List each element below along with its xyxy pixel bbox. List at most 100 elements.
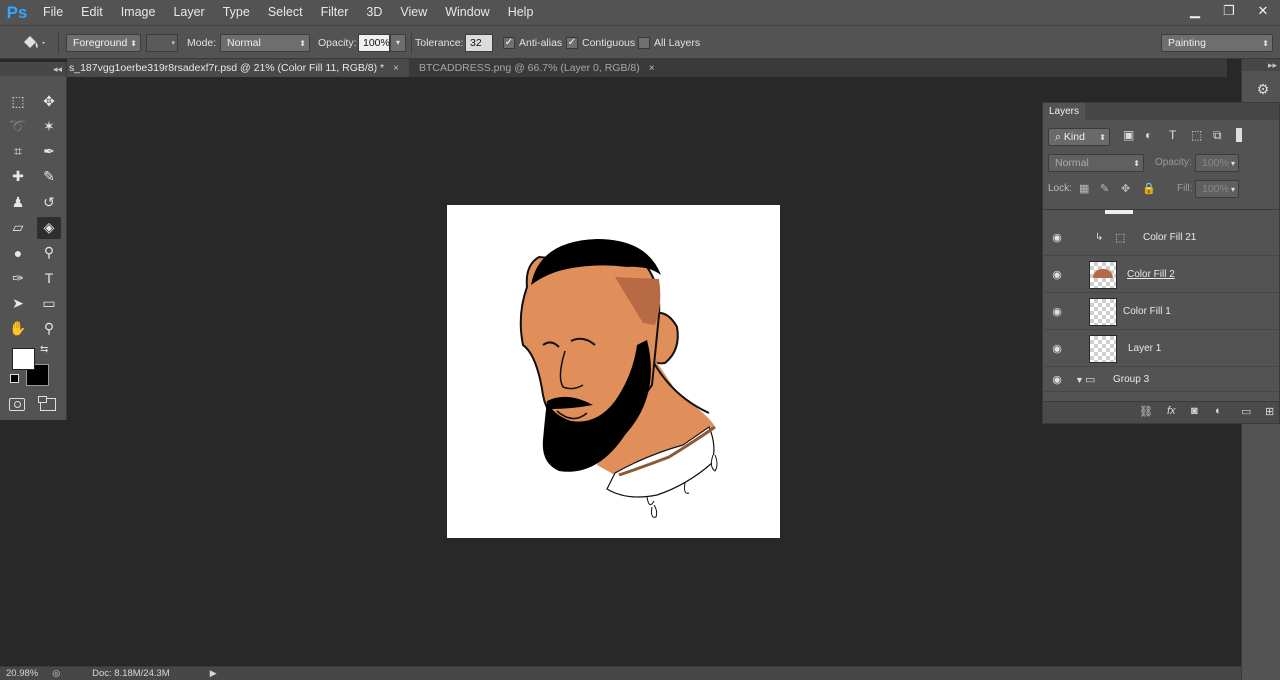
- visibility-eye-icon[interactable]: ◉: [1050, 373, 1064, 387]
- history-brush-icon[interactable]: ↺: [37, 191, 61, 213]
- filter-smart-object-icon[interactable]: ⧉: [1213, 128, 1222, 143]
- status-menu-arrow-icon[interactable]: ▶: [210, 668, 217, 679]
- filter-type-icon[interactable]: T: [1169, 128, 1176, 142]
- filter-pixel-icon[interactable]: ▣: [1123, 128, 1134, 142]
- all-layers-checkbox[interactable]: All Layers: [638, 33, 700, 52]
- blur-icon[interactable]: ●: [6, 242, 30, 264]
- default-colors-icon[interactable]: [10, 374, 19, 383]
- eyedropper-icon[interactable]: ✒: [37, 141, 61, 163]
- add-mask-icon[interactable]: ◙: [1191, 405, 1198, 417]
- path-selection-icon[interactable]: ➤: [6, 292, 30, 314]
- layer-list[interactable]: ◉ ↳ ⬚ Color Fill 21 ◉ Color Fill 2 ◉ Col…: [1043, 209, 1279, 399]
- mode-dropdown[interactable]: Normal ⬍: [220, 33, 310, 52]
- dodge-icon[interactable]: ⚲: [37, 242, 61, 264]
- visibility-eye-icon[interactable]: ◉: [1050, 231, 1064, 245]
- expand-panels-icon[interactable]: ▸▸: [1268, 60, 1277, 71]
- menu-edit[interactable]: Edit: [72, 0, 112, 25]
- lasso-icon[interactable]: ➰: [6, 115, 30, 137]
- tab-document-png[interactable]: BTCADDRESS.png @ 66.7% (Layer 0, RGB/8) …: [408, 59, 665, 77]
- pen-icon[interactable]: ✑: [6, 267, 30, 289]
- layer-fill-value: 100%: [1202, 183, 1229, 195]
- menu-image[interactable]: Image: [112, 0, 165, 25]
- adjustment-layer-icon[interactable]: ◐: [1215, 405, 1222, 417]
- zoom-icon[interactable]: ⚲: [37, 318, 61, 340]
- menu-help[interactable]: Help: [499, 0, 543, 25]
- rectangular-marquee-icon[interactable]: ⬚: [6, 90, 30, 112]
- pattern-picker[interactable]: ▾: [146, 33, 178, 52]
- blend-mode-dropdown[interactable]: Normal ⬍: [1048, 154, 1144, 172]
- antialias-checkbox[interactable]: ✓ Anti-alias: [503, 33, 562, 52]
- tab-layers[interactable]: Layers: [1043, 103, 1086, 120]
- filter-shape-icon[interactable]: ⬚: [1191, 128, 1202, 142]
- rectangle-icon[interactable]: ▭: [37, 292, 61, 314]
- move-icon[interactable]: ✥: [37, 90, 61, 112]
- status-info-icon[interactable]: ◎: [52, 668, 60, 679]
- clipping-arrow-icon: ↳: [1095, 232, 1104, 243]
- new-layer-icon[interactable]: ⊞: [1265, 405, 1274, 418]
- tolerance-field[interactable]: 32: [465, 33, 493, 52]
- filter-kind-dropdown[interactable]: ⌕ Kind ⬍: [1048, 128, 1110, 146]
- tools-panel: ◂◂ ⬚ ✥ ➰ ✶ ⌗ ✒ ✚ ✎ ♟ ↺ ▱ ◈ ● ⚲ ✑ T ➤ ▭ ✋ ⚲ ⇆: [0, 62, 67, 420]
- link-layers-icon[interactable]: ⛓: [1139, 405, 1153, 418]
- lock-all-icon[interactable]: 🔒: [1142, 182, 1156, 195]
- quick-mask-icon[interactable]: [9, 398, 25, 411]
- magic-wand-icon[interactable]: ✶: [37, 115, 61, 137]
- close-tab-icon[interactable]: ×: [649, 63, 655, 74]
- fill-source-dropdown[interactable]: Foreground ⬍: [66, 33, 141, 52]
- menu-type[interactable]: Type: [214, 0, 259, 25]
- paint-bucket-icon[interactable]: ◈: [37, 216, 61, 239]
- crop-icon[interactable]: ⌗: [6, 141, 30, 163]
- hand-icon[interactable]: ✋: [6, 318, 30, 340]
- layer-row[interactable]: ◉ Color Fill 2: [1043, 257, 1279, 293]
- zoom-level[interactable]: 20.98%: [6, 668, 38, 679]
- tool-preset-picker[interactable]: [20, 33, 46, 52]
- panel-icon[interactable]: ⚙: [1254, 81, 1272, 99]
- screen-mode-icon[interactable]: [38, 396, 56, 411]
- swap-colors-icon[interactable]: ⇆: [40, 344, 48, 355]
- close-button[interactable]: ✕: [1246, 0, 1280, 22]
- menu-3d[interactable]: 3D: [357, 0, 391, 25]
- lock-transparent-icon[interactable]: ▦: [1079, 182, 1089, 195]
- visibility-eye-icon[interactable]: ◉: [1050, 305, 1064, 319]
- minimize-button[interactable]: ▁: [1178, 0, 1212, 22]
- visibility-eye-icon[interactable]: ◉: [1050, 342, 1064, 356]
- type-icon[interactable]: T: [37, 267, 61, 289]
- layer-opacity-field[interactable]: 100% ▾: [1195, 154, 1239, 172]
- menu-layer[interactable]: Layer: [164, 0, 213, 25]
- tab-document-psd[interactable]: s_187vgg1oerbe319r8rsadexf7r.psd @ 21% (…: [67, 59, 409, 77]
- opacity-field[interactable]: 100%: [358, 33, 390, 52]
- filter-toggle-icon[interactable]: [1236, 128, 1242, 142]
- fill-source-wrap: Foreground ⬍: [66, 33, 141, 52]
- layer-row[interactable]: ◉ Color Fill 1: [1043, 294, 1279, 330]
- menu-view[interactable]: View: [391, 0, 436, 25]
- workspace-dropdown[interactable]: Painting ⬍: [1161, 33, 1273, 52]
- visibility-eye-icon[interactable]: ◉: [1050, 268, 1064, 282]
- layer-row[interactable]: ◉ Layer 1: [1043, 331, 1279, 367]
- foreground-color-swatch-top[interactable]: [12, 348, 35, 370]
- checkmark-icon: ✓: [566, 36, 578, 49]
- filter-adjustment-icon[interactable]: ◐: [1145, 128, 1152, 142]
- brush-icon[interactable]: ✎: [37, 166, 61, 188]
- new-group-icon[interactable]: ▭: [1241, 405, 1251, 418]
- menu-window[interactable]: Window: [436, 0, 498, 25]
- healing-brush-icon[interactable]: ✚: [6, 166, 30, 188]
- lock-image-icon[interactable]: ✎: [1100, 182, 1109, 195]
- menu-file[interactable]: File: [34, 0, 72, 25]
- menu-filter[interactable]: Filter: [312, 0, 358, 25]
- close-tab-icon[interactable]: ×: [393, 63, 399, 74]
- layer-row[interactable]: ◉ ↳ ⬚ Color Fill 21: [1043, 220, 1279, 256]
- search-icon: ⌕: [1055, 130, 1061, 143]
- restore-button[interactable]: ❐: [1212, 0, 1246, 22]
- contiguous-checkbox[interactable]: ✓ Contiguous: [566, 33, 635, 52]
- chevron-down-icon[interactable]: ▾: [390, 33, 406, 52]
- layer-style-icon[interactable]: fx: [1167, 405, 1176, 417]
- layer-fill-field[interactable]: 100% ▾: [1195, 180, 1239, 198]
- collapse-panel-icon[interactable]: ◂◂: [53, 64, 62, 75]
- document-canvas[interactable]: [447, 205, 780, 538]
- group-expand-icon[interactable]: ▼: [1075, 375, 1084, 385]
- layer-group-row[interactable]: ◉ ▼ ▭ Group 3: [1043, 368, 1279, 392]
- clone-stamp-icon[interactable]: ♟: [6, 191, 30, 213]
- eraser-icon[interactable]: ▱: [6, 217, 30, 239]
- lock-position-icon[interactable]: ✥: [1121, 182, 1130, 195]
- menu-select[interactable]: Select: [259, 0, 312, 25]
